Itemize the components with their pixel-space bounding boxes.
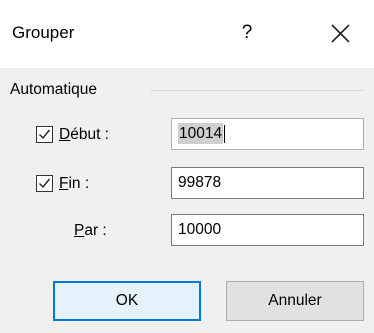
- checkmark-icon: [39, 129, 51, 140]
- start-input-value: 10014: [178, 123, 224, 144]
- text-caret: [224, 124, 226, 143]
- ok-button[interactable]: OK: [53, 281, 201, 321]
- end-input-value: 99878: [178, 174, 222, 191]
- checkmark-icon: [39, 178, 51, 189]
- end-input[interactable]: 99878: [171, 167, 364, 199]
- by-input-value: 10000: [178, 221, 222, 238]
- help-button[interactable]: ?: [232, 19, 262, 47]
- start-label: Début :: [59, 125, 109, 145]
- by-input[interactable]: 10000: [171, 214, 364, 246]
- start-checkbox[interactable]: [36, 126, 53, 143]
- group-divider: [150, 90, 364, 91]
- start-label-text: ébut :: [70, 126, 109, 143]
- close-icon: [331, 24, 350, 43]
- close-button[interactable]: [322, 16, 358, 50]
- start-input[interactable]: 10014: [171, 118, 364, 150]
- grouper-dialog: Grouper ? Automatique Début : 10014 Fin …: [0, 0, 374, 333]
- end-checkbox[interactable]: [36, 175, 53, 192]
- group-label-automatique: Automatique: [10, 80, 104, 100]
- dialog-title: Grouper: [12, 23, 75, 42]
- by-label-mnemonic: P: [74, 222, 85, 239]
- end-label-text: in :: [68, 175, 90, 192]
- start-label-mnemonic: D: [59, 126, 71, 143]
- end-label: Fin :: [59, 174, 89, 194]
- cancel-button[interactable]: Annuler: [226, 281, 364, 321]
- by-label-text: ar :: [84, 222, 107, 239]
- title-bar: Grouper ?: [0, 0, 374, 68]
- by-label: Par :: [74, 221, 107, 241]
